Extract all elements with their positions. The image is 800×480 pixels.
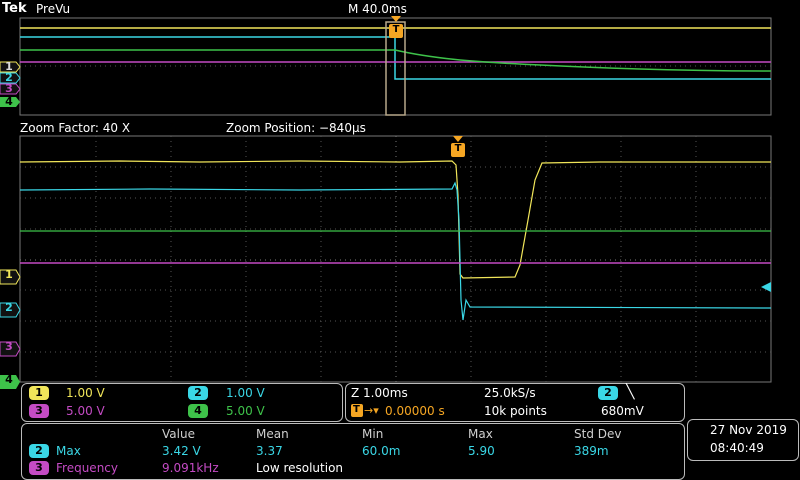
ch1-scale[interactable]: 1.00 V [66,386,105,400]
zoom-factor: Zoom Factor: 40 X [20,121,131,135]
time: 08:40:49 [710,441,764,455]
ch1-badge[interactable]: 1 [29,386,49,400]
meas1-mean: 3.37 [256,444,283,458]
meas-header-max: Max [468,427,493,441]
meas2-name: Frequency [56,461,118,475]
overview-trace-ch2 [20,36,771,80]
meas-header-value: Value [162,427,195,441]
record-length: 10k points [484,404,547,418]
ch2-badge[interactable]: 2 [188,386,208,400]
zoom-grid-frame [19,135,772,383]
zoom-position: Zoom Position: −840µs [226,121,366,135]
ch3-scale[interactable]: 5.00 V [66,404,105,418]
ch3-badge[interactable]: 3 [29,404,49,418]
meas-header-min: Min [362,427,384,441]
trigger-source-badge[interactable]: 2 [598,386,618,400]
meas2-channel-badge: 3 [29,461,49,475]
zoom-time-scale[interactable]: Z 1.00ms [351,386,408,400]
meas1-value: 3.42 V [162,444,201,458]
marker-ch2-label[interactable]: 2 [0,301,18,314]
overview-trigger-label: T [392,24,400,35]
meas2-value: 9.091kHz [162,461,219,475]
date: 27 Nov 2019 [710,423,787,437]
meas1-max: 5.90 [468,444,495,458]
marker-ch4-label[interactable]: 4 [0,373,18,386]
meas1-stddev: 389m [574,444,609,458]
trigger-level-arrow [761,282,771,292]
ch2-scale[interactable]: 1.00 V [226,386,265,400]
meas2-note: Low resolution [256,461,344,475]
meas-header-stddev: Std Dev [574,427,622,441]
meas1-channel-badge: 2 [29,444,49,458]
meas1-name: Max [56,444,81,458]
zoom-grid-lines [20,136,771,382]
zoom-channel-markers [0,269,21,389]
trigger-position[interactable]: 0.00000 s [385,404,445,418]
trigger-slope-icon: ╲ [626,384,635,400]
trigger-level[interactable]: 680mV [601,404,644,418]
zoom-trigger-label: T [454,143,462,154]
ch4-badge[interactable]: 4 [188,404,208,418]
overview-marker-ch4-label: 4 [5,95,13,108]
marker-ch1-label[interactable]: 1 [0,268,18,281]
ch4-scale[interactable]: 5.00 V [226,404,265,418]
meas1-min: 60.0m [362,444,401,458]
meas-header-mean: Mean [256,427,289,441]
sample-rate: 25.0kS/s [484,386,536,400]
marker-ch3-label[interactable]: 3 [0,340,18,353]
trigger-arrow-icon: →▾ [364,404,379,417]
trigger-position-icon: T [351,404,363,417]
overview-marker-ch3-label: 3 [5,82,13,95]
